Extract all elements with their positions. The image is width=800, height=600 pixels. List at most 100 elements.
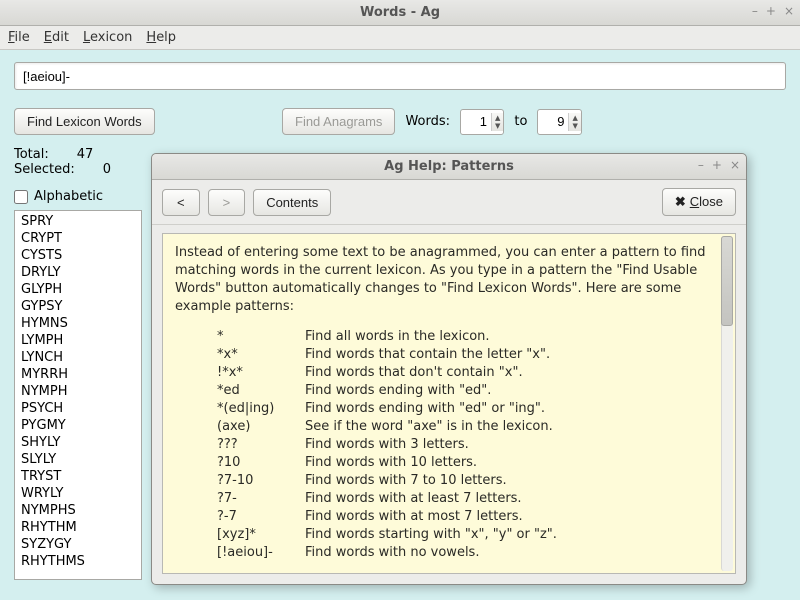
pattern-example: ?-7 bbox=[217, 508, 305, 526]
pattern-row: *(ed|ing)Find words ending with "ed" or … bbox=[217, 400, 723, 418]
help-maximize-icon[interactable]: + bbox=[712, 158, 722, 172]
pattern-example: [xyz]* bbox=[217, 526, 305, 544]
selected-label: Selected: bbox=[14, 162, 75, 177]
pattern-description: Find words starting with "x", "y" or "z"… bbox=[305, 526, 557, 544]
pattern-example: !*x* bbox=[217, 364, 305, 382]
help-forward-button: > bbox=[208, 189, 246, 216]
pattern-description: Find words with at least 7 letters. bbox=[305, 490, 522, 508]
pattern-row: *Find all words in the lexicon. bbox=[217, 328, 723, 346]
pattern-row: [!aeiou]-Find words with no vowels. bbox=[217, 544, 723, 562]
maximize-icon[interactable]: + bbox=[766, 4, 776, 18]
list-item[interactable]: CRYPT bbox=[21, 230, 135, 247]
pattern-row: [xyz]*Find words starting with "x", "y" … bbox=[217, 526, 723, 544]
main-titlebar: Words - Ag – + × bbox=[0, 0, 800, 26]
pattern-row: ?7-Find words with at least 7 letters. bbox=[217, 490, 723, 508]
pattern-description: See if the word "axe" is in the lexicon. bbox=[305, 418, 553, 436]
help-titlebar: Ag Help: Patterns – + × bbox=[152, 154, 746, 180]
pattern-description: Find words with at most 7 letters. bbox=[305, 508, 523, 526]
words-to-label: to bbox=[514, 114, 527, 129]
menubar: File Edit Lexicon Help bbox=[0, 26, 800, 50]
list-item[interactable]: MYRRH bbox=[21, 366, 135, 383]
pattern-example: (axe) bbox=[217, 418, 305, 436]
pattern-description: Find words that contain the letter "x". bbox=[305, 346, 550, 364]
words-max-spinner[interactable]: ▲▼ bbox=[537, 109, 581, 135]
menu-file[interactable]: File bbox=[8, 30, 30, 45]
help-back-button[interactable]: < bbox=[162, 189, 200, 216]
alphabetic-checkbox[interactable] bbox=[14, 190, 28, 204]
help-body: Instead of entering some text to be anag… bbox=[162, 233, 736, 574]
total-label: Total: bbox=[14, 147, 49, 162]
close-x-icon: ✖ bbox=[675, 194, 686, 209]
minimize-icon[interactable]: – bbox=[752, 4, 758, 18]
pattern-description: Find words ending with "ed". bbox=[305, 382, 491, 400]
pattern-example: [!aeiou]- bbox=[217, 544, 305, 562]
menu-help[interactable]: Help bbox=[146, 30, 176, 45]
up-arrow-icon[interactable]: ▲ bbox=[495, 114, 500, 122]
pattern-row: *edFind words ending with "ed". bbox=[217, 382, 723, 400]
list-item[interactable]: TRYST bbox=[21, 468, 135, 485]
total-value: 47 bbox=[77, 147, 94, 162]
list-item[interactable]: GLYPH bbox=[21, 281, 135, 298]
pattern-example: ?10 bbox=[217, 454, 305, 472]
words-label: Words: bbox=[405, 114, 450, 129]
list-item[interactable]: SPRY bbox=[21, 213, 135, 230]
pattern-row: ?7-10Find words with 7 to 10 letters. bbox=[217, 472, 723, 490]
help-minimize-icon[interactable]: – bbox=[698, 158, 704, 172]
list-item[interactable]: RHYTHMS bbox=[21, 553, 135, 570]
word-list[interactable]: SPRYCRYPTCYSTSDRYLYGLYPHGYPSYHYMNSLYMPHL… bbox=[14, 210, 142, 580]
close-icon[interactable]: × bbox=[784, 4, 794, 18]
list-item[interactable]: PYGMY bbox=[21, 417, 135, 434]
alphabetic-label: Alphabetic bbox=[34, 189, 103, 204]
pattern-row: *x*Find words that contain the letter "x… bbox=[217, 346, 723, 364]
pattern-example: ?7-10 bbox=[217, 472, 305, 490]
list-item[interactable]: RHYTHM bbox=[21, 519, 135, 536]
pattern-description: Find words with 3 letters. bbox=[305, 436, 469, 454]
pattern-description: Find all words in the lexicon. bbox=[305, 328, 490, 346]
down-arrow-icon[interactable]: ▼ bbox=[495, 122, 500, 130]
menu-lexicon[interactable]: Lexicon bbox=[83, 30, 132, 45]
find-anagrams-button: Find Anagrams bbox=[282, 108, 395, 135]
pattern-description: Find words that don't contain "x". bbox=[305, 364, 523, 382]
pattern-example: ?7- bbox=[217, 490, 305, 508]
pattern-description: Find words with no vowels. bbox=[305, 544, 479, 562]
pattern-input[interactable] bbox=[14, 62, 786, 90]
help-close-icon[interactable]: × bbox=[730, 158, 740, 172]
words-max-input[interactable] bbox=[538, 112, 568, 131]
help-intro: Instead of entering some text to be anag… bbox=[175, 244, 723, 316]
help-dialog: Ag Help: Patterns – + × < > Contents ✖Cl… bbox=[151, 153, 747, 585]
pattern-row: ?-7Find words with at most 7 letters. bbox=[217, 508, 723, 526]
list-item[interactable]: GYPSY bbox=[21, 298, 135, 315]
list-item[interactable]: PSYCH bbox=[21, 400, 135, 417]
list-item[interactable]: SHYLY bbox=[21, 434, 135, 451]
help-window-title: Ag Help: Patterns bbox=[384, 159, 514, 174]
list-item[interactable]: SYZYGY bbox=[21, 536, 135, 553]
window-title: Words - Ag bbox=[360, 5, 440, 20]
pattern-example: *ed bbox=[217, 382, 305, 400]
pattern-example: *x* bbox=[217, 346, 305, 364]
list-item[interactable]: HYMNS bbox=[21, 315, 135, 332]
pattern-description: Find words ending with "ed" or "ing". bbox=[305, 400, 545, 418]
pattern-example: *(ed|ing) bbox=[217, 400, 305, 418]
pattern-row: !*x*Find words that don't contain "x". bbox=[217, 364, 723, 382]
list-item[interactable]: CYSTS bbox=[21, 247, 135, 264]
list-item[interactable]: WRYLY bbox=[21, 485, 135, 502]
words-min-spinner[interactable]: ▲▼ bbox=[460, 109, 504, 135]
words-min-input[interactable] bbox=[461, 112, 491, 131]
help-close-button[interactable]: ✖Close bbox=[662, 188, 736, 216]
down-arrow-icon[interactable]: ▼ bbox=[572, 122, 577, 130]
pattern-example: * bbox=[217, 328, 305, 346]
list-item[interactable]: NYMPHS bbox=[21, 502, 135, 519]
scrollbar-thumb[interactable] bbox=[721, 236, 733, 326]
menu-edit[interactable]: Edit bbox=[44, 30, 69, 45]
pattern-example: ??? bbox=[217, 436, 305, 454]
list-item[interactable]: NYMPH bbox=[21, 383, 135, 400]
list-item[interactable]: DRYLY bbox=[21, 264, 135, 281]
pattern-description: Find words with 10 letters. bbox=[305, 454, 477, 472]
help-contents-button[interactable]: Contents bbox=[253, 189, 331, 216]
up-arrow-icon[interactable]: ▲ bbox=[572, 114, 577, 122]
list-item[interactable]: LYNCH bbox=[21, 349, 135, 366]
pattern-row: ???Find words with 3 letters. bbox=[217, 436, 723, 454]
list-item[interactable]: LYMPH bbox=[21, 332, 135, 349]
list-item[interactable]: SLYLY bbox=[21, 451, 135, 468]
find-lexicon-words-button[interactable]: Find Lexicon Words bbox=[14, 108, 155, 135]
